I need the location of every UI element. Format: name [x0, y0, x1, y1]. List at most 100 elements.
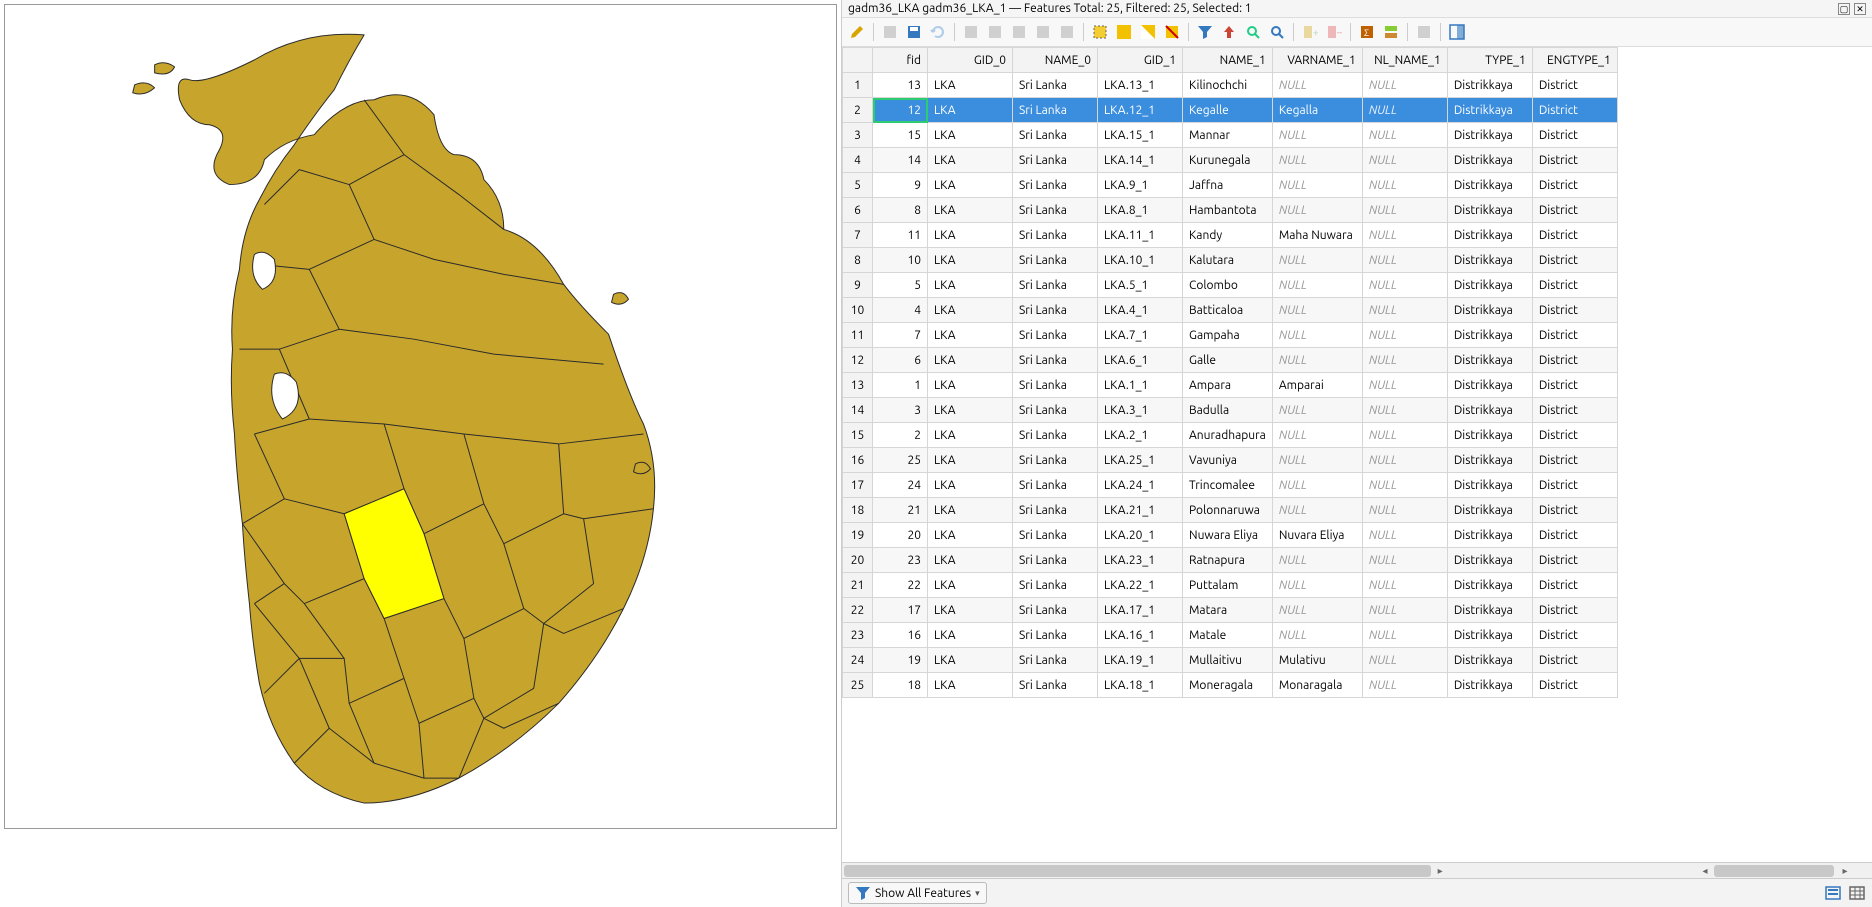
cell-varname1[interactable]: NULL: [1272, 548, 1362, 573]
row-number[interactable]: 20: [843, 548, 873, 573]
table-row[interactable]: 1821LKASri LankaLKA.21_1PolonnaruwaNULLN…: [843, 498, 1618, 523]
cell-type1[interactable]: Distrikkaya: [1447, 673, 1532, 698]
cell-nlname1[interactable]: NULL: [1362, 348, 1447, 373]
cell-fid[interactable]: 1: [873, 373, 928, 398]
cell-gid0[interactable]: LKA: [928, 248, 1013, 273]
table-row[interactable]: 2122LKASri LankaLKA.22_1PuttalamNULLNULL…: [843, 573, 1618, 598]
cell-gid1[interactable]: LKA.10_1: [1098, 248, 1183, 273]
cell-varname1[interactable]: NULL: [1272, 73, 1362, 98]
table-row[interactable]: 117LKASri LankaLKA.7_1GampahaNULLNULLDis…: [843, 323, 1618, 348]
invert-selection-icon[interactable]: [1137, 21, 1159, 43]
cell-engtype1[interactable]: District: [1532, 373, 1617, 398]
row-number[interactable]: 17: [843, 473, 873, 498]
cell-type1[interactable]: Distrikkaya: [1447, 248, 1532, 273]
cell-varname1[interactable]: NULL: [1272, 298, 1362, 323]
cell-type1[interactable]: Distrikkaya: [1447, 98, 1532, 123]
cell-nlname1[interactable]: NULL: [1362, 473, 1447, 498]
cell-engtype1[interactable]: District: [1532, 573, 1617, 598]
cell-gid1[interactable]: LKA.1_1: [1098, 373, 1183, 398]
cell-gid1[interactable]: LKA.24_1: [1098, 473, 1183, 498]
column-header-varname_1[interactable]: VARNAME_1: [1272, 48, 1362, 73]
table-row[interactable]: 2316LKASri LankaLKA.16_1MataleNULLNULLDi…: [843, 623, 1618, 648]
cell-name1[interactable]: Puttalam: [1183, 573, 1273, 598]
cell-gid1[interactable]: LKA.8_1: [1098, 198, 1183, 223]
cell-gid1[interactable]: LKA.5_1: [1098, 273, 1183, 298]
cell-engtype1[interactable]: District: [1532, 223, 1617, 248]
form-view-icon[interactable]: [1824, 884, 1842, 902]
cell-name0[interactable]: Sri Lanka: [1013, 123, 1098, 148]
cell-fid[interactable]: 8: [873, 198, 928, 223]
cell-name0[interactable]: Sri Lanka: [1013, 398, 1098, 423]
cell-fid[interactable]: 15: [873, 123, 928, 148]
cell-varname1[interactable]: NULL: [1272, 573, 1362, 598]
cell-fid[interactable]: 25: [873, 448, 928, 473]
cell-varname1[interactable]: NULL: [1272, 123, 1362, 148]
table-row[interactable]: 152LKASri LankaLKA.2_1AnuradhapuraNULLNU…: [843, 423, 1618, 448]
rownum-header[interactable]: [843, 48, 873, 73]
select-all-icon[interactable]: [1113, 21, 1135, 43]
cell-fid[interactable]: 12: [873, 98, 928, 123]
cell-name1[interactable]: Mullaitivu: [1183, 648, 1273, 673]
cell-varname1[interactable]: Mulativu: [1272, 648, 1362, 673]
table-row[interactable]: 95LKASri LankaLKA.5_1ColomboNULLNULLDist…: [843, 273, 1618, 298]
cell-gid1[interactable]: LKA.14_1: [1098, 148, 1183, 173]
cell-gid0[interactable]: LKA: [928, 173, 1013, 198]
cell-varname1[interactable]: Maha Nuwara: [1272, 223, 1362, 248]
cell-name0[interactable]: Sri Lanka: [1013, 673, 1098, 698]
cell-name0[interactable]: Sri Lanka: [1013, 423, 1098, 448]
cell-name0[interactable]: Sri Lanka: [1013, 623, 1098, 648]
cell-name1[interactable]: Ratnapura: [1183, 548, 1273, 573]
cell-gid1[interactable]: LKA.23_1: [1098, 548, 1183, 573]
cell-fid[interactable]: 18: [873, 673, 928, 698]
cell-name1[interactable]: Nuwara Eliya: [1183, 523, 1273, 548]
cell-engtype1[interactable]: District: [1532, 298, 1617, 323]
cell-engtype1[interactable]: District: [1532, 348, 1617, 373]
cell-name1[interactable]: Vavuniya: [1183, 448, 1273, 473]
cell-name1[interactable]: Hambantota: [1183, 198, 1273, 223]
cell-nlname1[interactable]: NULL: [1362, 573, 1447, 598]
cell-name1[interactable]: Colombo: [1183, 273, 1273, 298]
cell-varname1[interactable]: Nuvara Eliya: [1272, 523, 1362, 548]
cell-name0[interactable]: Sri Lanka: [1013, 573, 1098, 598]
cell-gid1[interactable]: LKA.6_1: [1098, 348, 1183, 373]
column-header-nl_name_1[interactable]: NL_NAME_1: [1362, 48, 1447, 73]
cell-fid[interactable]: 13: [873, 73, 928, 98]
cell-gid1[interactable]: LKA.22_1: [1098, 573, 1183, 598]
row-number[interactable]: 18: [843, 498, 873, 523]
cell-name0[interactable]: Sri Lanka: [1013, 273, 1098, 298]
cell-nlname1[interactable]: NULL: [1362, 223, 1447, 248]
cell-engtype1[interactable]: District: [1532, 448, 1617, 473]
cell-fid[interactable]: 19: [873, 648, 928, 673]
cell-varname1[interactable]: NULL: [1272, 273, 1362, 298]
cell-gid1[interactable]: LKA.17_1: [1098, 598, 1183, 623]
cell-nlname1[interactable]: NULL: [1362, 623, 1447, 648]
cell-fid[interactable]: 21: [873, 498, 928, 523]
cell-name1[interactable]: Badulla: [1183, 398, 1273, 423]
cell-name1[interactable]: Kilinochchi: [1183, 73, 1273, 98]
cell-type1[interactable]: Distrikkaya: [1447, 348, 1532, 373]
pencil-icon[interactable]: [846, 21, 868, 43]
cell-fid[interactable]: 3: [873, 398, 928, 423]
table-row[interactable]: 1920LKASri LankaLKA.20_1Nuwara EliyaNuva…: [843, 523, 1618, 548]
undock-icon[interactable]: ▢: [1838, 3, 1850, 15]
table-row[interactable]: 711LKASri LankaLKA.11_1KandyMaha NuwaraN…: [843, 223, 1618, 248]
column-header-gid_1[interactable]: GID_1: [1098, 48, 1183, 73]
cell-gid1[interactable]: LKA.13_1: [1098, 73, 1183, 98]
cell-gid1[interactable]: LKA.2_1: [1098, 423, 1183, 448]
scroll-thumb-left[interactable]: [844, 865, 1431, 877]
cell-varname1[interactable]: NULL: [1272, 423, 1362, 448]
cell-name0[interactable]: Sri Lanka: [1013, 598, 1098, 623]
row-number[interactable]: 11: [843, 323, 873, 348]
cell-gid1[interactable]: LKA.18_1: [1098, 673, 1183, 698]
cell-engtype1[interactable]: District: [1532, 648, 1617, 673]
table-row[interactable]: 1625LKASri LankaLKA.25_1VavuniyaNULLNULL…: [843, 448, 1618, 473]
cell-gid0[interactable]: LKA: [928, 548, 1013, 573]
cell-varname1[interactable]: NULL: [1272, 498, 1362, 523]
cell-nlname1[interactable]: NULL: [1362, 498, 1447, 523]
row-number[interactable]: 25: [843, 673, 873, 698]
cell-type1[interactable]: Distrikkaya: [1447, 623, 1532, 648]
cell-varname1[interactable]: NULL: [1272, 398, 1362, 423]
cell-engtype1[interactable]: District: [1532, 473, 1617, 498]
cell-type1[interactable]: Distrikkaya: [1447, 448, 1532, 473]
cell-fid[interactable]: 10: [873, 248, 928, 273]
